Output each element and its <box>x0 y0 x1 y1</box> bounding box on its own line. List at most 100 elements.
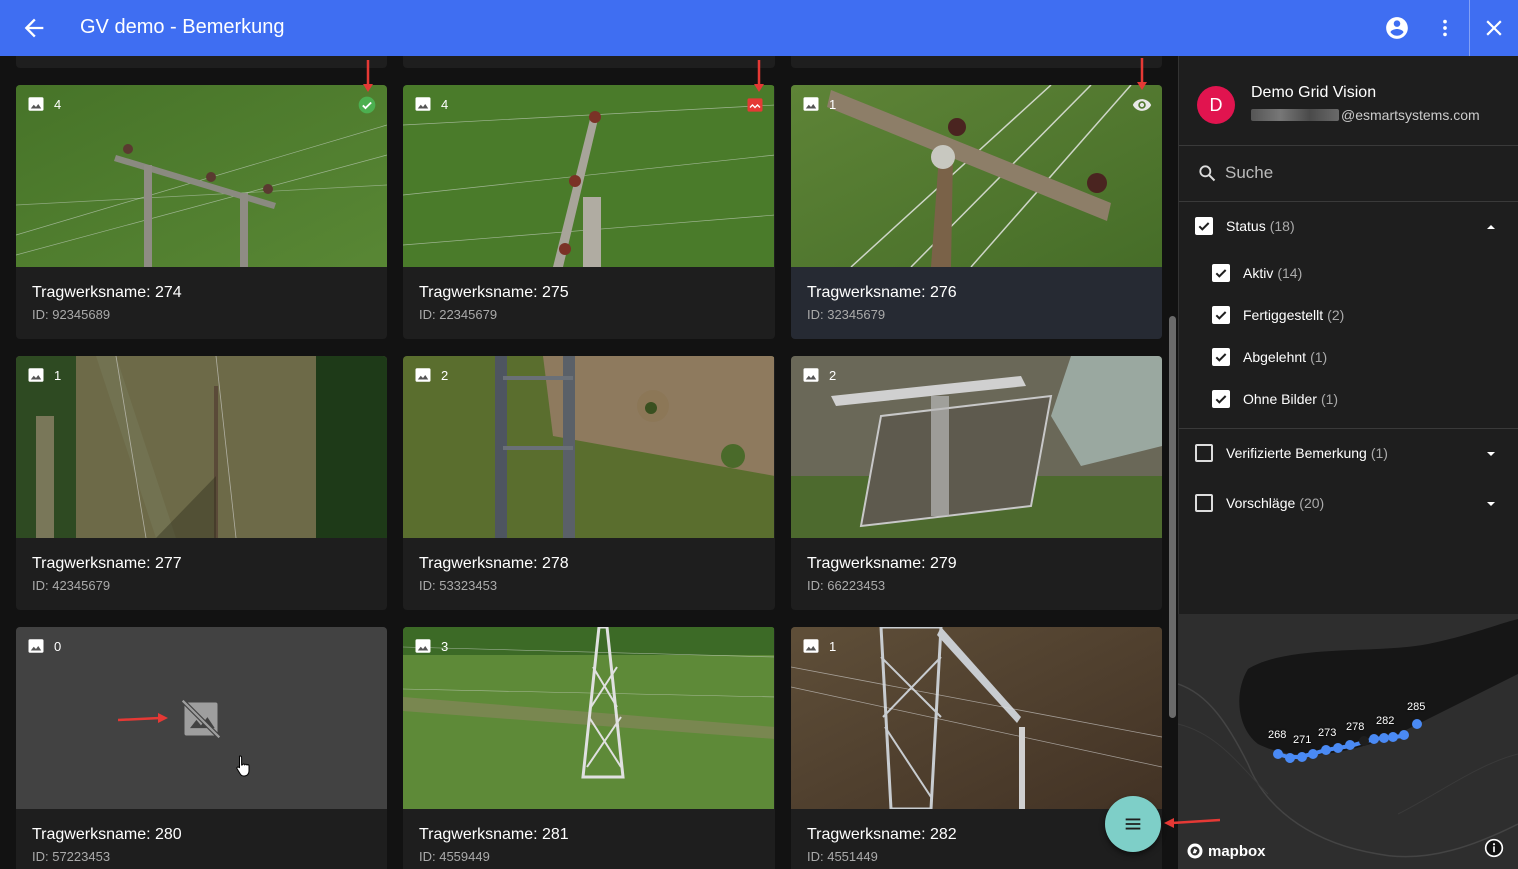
image-count-value: 1 <box>54 367 62 383</box>
info-icon[interactable] <box>1484 838 1504 858</box>
image-icon <box>28 368 44 382</box>
card-partial <box>16 56 387 68</box>
structure-photo <box>403 356 774 538</box>
image-count: 4 <box>413 95 448 113</box>
annotation-arrow <box>1164 818 1220 828</box>
filter-count: (20) <box>1299 495 1325 511</box>
image-count: 1 <box>801 637 836 655</box>
structure-photo <box>791 356 1162 538</box>
structure-card[interactable]: 1 Tragwerksname: 277 ID: 42345679 <box>16 356 387 610</box>
checkbox-checked[interactable] <box>1212 348 1230 366</box>
grid-scrollbar[interactable] <box>1169 316 1176 718</box>
annotation-arrow <box>363 60 373 92</box>
divider <box>1469 0 1470 56</box>
filter-label: Status <box>1226 218 1266 234</box>
structure-card[interactable]: 3 Tragwerksname: 281 ID: 4559449 <box>403 627 775 869</box>
filter-ohne-bilder[interactable]: Ohne Bilder (1) <box>1212 384 1338 414</box>
structure-name: Tragwerksname: 278 <box>419 555 569 572</box>
structure-name: Tragwerksname: 277 <box>32 555 182 572</box>
image-icon <box>803 639 819 653</box>
image-icon <box>803 97 819 111</box>
mapbox-icon <box>1187 843 1203 859</box>
filter-abgelehnt[interactable]: Abgelehnt (1) <box>1212 342 1327 372</box>
filter-count: (1) <box>1320 391 1339 407</box>
image-icon <box>28 97 44 111</box>
email-domain: @esmartsystems.com <box>1341 107 1480 123</box>
image-icon <box>415 97 431 111</box>
image-count: 0 <box>26 637 61 655</box>
image-count-value: 4 <box>441 96 449 112</box>
structure-grid: 4 Tragwerksname: 274 ID: 92345689 4 Trag… <box>0 56 1178 869</box>
search-input[interactable] <box>1225 160 1495 186</box>
structure-card[interactable]: 2 Tragwerksname: 279 ID: 66223453 <box>791 356 1162 610</box>
structure-id: ID: 66223453 <box>807 578 886 593</box>
filter-label: Abgelehnt <box>1243 349 1307 365</box>
card-partial <box>403 56 775 68</box>
filter-count: (18) <box>1269 218 1295 234</box>
arrow-back-icon[interactable] <box>20 14 48 42</box>
structure-card[interactable]: 2 Tragwerksname: 278 ID: 53323453 <box>403 356 775 610</box>
map-canvas[interactable] <box>1178 614 1518 869</box>
structure-name: Tragwerksname: 279 <box>807 555 957 572</box>
annotation-arrow <box>754 60 764 92</box>
map-label: 273 <box>1318 727 1337 739</box>
filter-label: Verifizierte Bemerkung <box>1226 445 1367 461</box>
image-icon <box>415 368 431 382</box>
divider <box>1179 428 1518 429</box>
checkbox-unchecked[interactable] <box>1195 494 1213 512</box>
filter-count: (1) <box>1370 445 1388 461</box>
checkbox-checked[interactable] <box>1212 264 1230 282</box>
structure-photo <box>16 356 387 538</box>
map-label: 282 <box>1376 715 1395 727</box>
structure-photo <box>791 627 1162 809</box>
image-count: 1 <box>801 95 836 113</box>
mapbox-text: mapbox <box>1208 842 1266 860</box>
structure-card-selected[interactable]: 1 Tragwerksname: 276 ID: 32345679 <box>791 85 1162 339</box>
filter-aktiv[interactable]: Aktiv (14) <box>1212 258 1302 288</box>
checkbox-checked[interactable] <box>1212 306 1230 324</box>
structure-id: ID: 4559449 <box>419 849 490 864</box>
caret-down-icon[interactable] <box>1485 448 1497 460</box>
card-partial <box>791 56 1162 68</box>
filter-status[interactable]: Status (18) <box>1195 211 1295 241</box>
menu-fab-button[interactable] <box>1105 796 1161 852</box>
image-count-value: 2 <box>829 367 837 383</box>
filter-count: (2) <box>1327 307 1345 323</box>
filter-fertiggestellt[interactable]: Fertiggestellt (2) <box>1212 300 1344 330</box>
checkbox-unchecked[interactable] <box>1195 444 1213 462</box>
filter-label: Vorschläge <box>1226 495 1296 511</box>
search-icon <box>1199 165 1216 182</box>
user-email: @esmartsystems.com <box>1251 107 1480 123</box>
account-circle-icon[interactable] <box>1384 15 1410 41</box>
map-label: 268 <box>1268 729 1287 741</box>
structure-photo <box>16 85 387 267</box>
menu-icon <box>1125 818 1141 830</box>
eye-icon <box>1132 99 1152 111</box>
caret-down-icon[interactable] <box>1485 498 1497 510</box>
structure-card[interactable]: 4 Tragwerksname: 275 ID: 22345679 <box>403 85 775 339</box>
more-vert-icon[interactable] <box>1434 15 1456 41</box>
caret-up-icon[interactable] <box>1485 221 1497 233</box>
filter-verifizierte-bemerkung[interactable]: Verifizierte Bemerkung (1) <box>1195 438 1388 468</box>
map-view[interactable]: 268 271 273 278 282 285 mapbox <box>1178 614 1518 869</box>
redacted-text <box>1251 109 1339 121</box>
mapbox-logo[interactable]: mapbox <box>1186 842 1266 860</box>
map-label: 271 <box>1293 734 1312 746</box>
structure-card[interactable]: 0 Tragwerksname: 280 ID: 57223453 <box>16 627 387 869</box>
structure-id: ID: 42345679 <box>32 578 111 593</box>
hand-cursor-icon <box>236 755 250 777</box>
structure-card[interactable]: 4 Tragwerksname: 274 ID: 92345689 <box>16 85 387 339</box>
structure-name: Tragwerksname: 276 <box>807 284 957 301</box>
structure-name: Tragwerksname: 274 <box>32 284 182 301</box>
image-count: 2 <box>801 366 836 384</box>
checkbox-checked[interactable] <box>1212 390 1230 408</box>
structure-id: ID: 57223453 <box>32 849 111 864</box>
filter-vorschlaege[interactable]: Vorschläge (20) <box>1195 488 1324 518</box>
page-title: GV demo - Bemerkung <box>80 16 285 38</box>
image-count-value: 0 <box>54 638 62 654</box>
structure-name: Tragwerksname: 280 <box>32 826 182 843</box>
close-icon[interactable] <box>1481 15 1507 41</box>
checkbox-checked[interactable] <box>1195 217 1213 235</box>
avatar[interactable]: D <box>1197 86 1235 124</box>
annotation-arrow <box>1137 58 1147 90</box>
